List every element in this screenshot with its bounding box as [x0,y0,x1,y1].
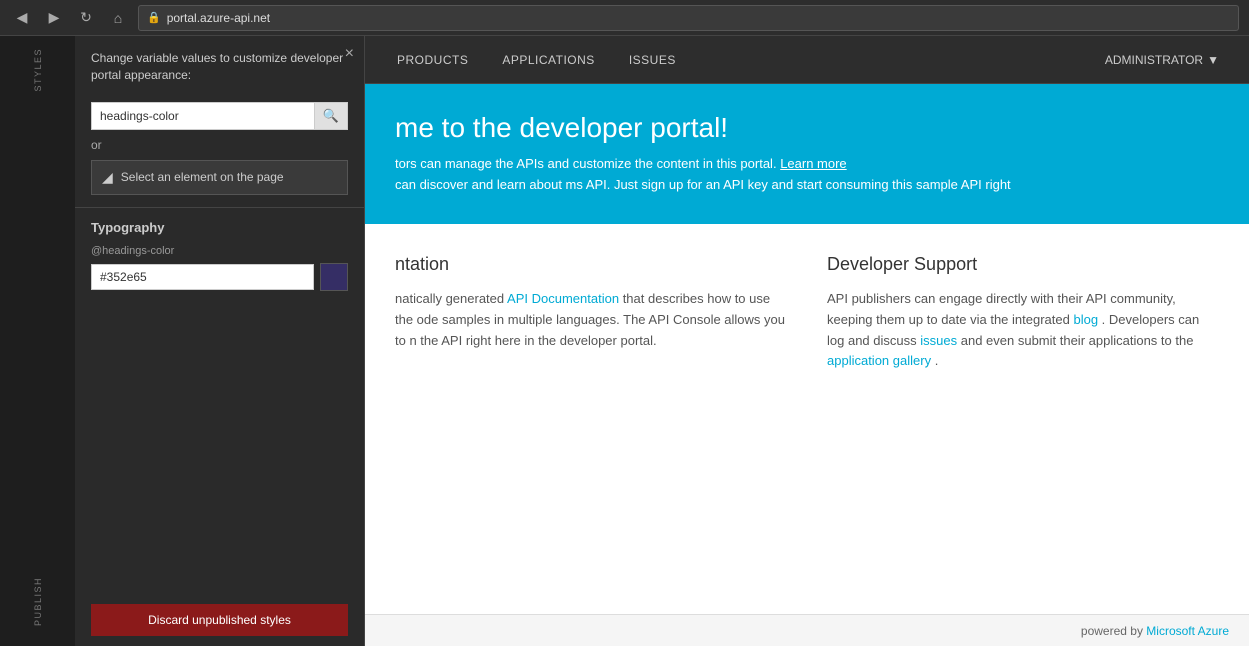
doc-title: ntation [395,254,787,275]
lock-icon: 🔒 [147,11,161,24]
back-button[interactable]: ◀ [10,6,34,30]
select-element-label: Select an element on the page [121,170,284,184]
variable-label: @headings-color [91,245,348,257]
microsoft-azure-link[interactable]: Microsoft Azure [1146,624,1229,638]
content-area: PRODUCTS APPLICATIONS ISSUES ADMINISTRAT… [365,36,1249,646]
search-box: 🔍 [91,102,348,130]
color-swatch[interactable] [320,263,348,291]
select-element-button[interactable]: ◢ Select an element on the page [91,160,348,195]
portal-content: ntation natically generated API Document… [365,224,1249,614]
nav-products[interactable]: PRODUCTS [395,53,470,67]
app-gallery-link[interactable]: application gallery [827,353,931,368]
doc-text: natically generated API Documentation th… [395,289,787,351]
left-sidebar: STYLES PUBLISH [0,36,75,646]
home-button[interactable]: ⌂ [106,6,130,30]
hero-text-1: tors can manage the APIs and customize t… [395,154,1219,175]
portal-footer: powered by Microsoft Azure [365,614,1249,646]
search-button[interactable]: 🔍 [314,103,347,129]
nav-applications[interactable]: APPLICATIONS [500,53,596,67]
admin-arrow-icon: ▼ [1207,53,1219,67]
issues-link[interactable]: issues [920,333,957,348]
publish-label: PUBLISH [33,577,43,626]
browser-chrome: ◀ ▶ ↻ ⌂ 🔒 [0,0,1249,36]
panel-footer: Discard unpublished styles [75,594,364,646]
typography-title: Typography [91,220,348,235]
hero-section: me to the developer portal! tors can man… [365,84,1249,224]
hero-learn-more-link[interactable]: Learn more [780,156,846,171]
color-input-row [91,263,348,291]
doc-text-before: natically generated [395,291,504,306]
hero-text-2: can discover and learn about ms API. Jus… [395,175,1219,196]
support-text-3: and even submit their applications to th… [961,333,1194,348]
admin-menu[interactable]: ADMINISTRATOR ▼ [1105,53,1219,67]
styles-label: STYLES [33,48,43,92]
styles-panel: Change variable values to customize deve… [75,36,365,646]
support-text: API publishers can engage directly with … [827,289,1219,372]
blog-link[interactable]: blog [1073,312,1098,327]
discard-button[interactable]: Discard unpublished styles [91,604,348,636]
portal-nav: PRODUCTS APPLICATIONS ISSUES ADMINISTRAT… [365,36,1249,84]
nav-issues[interactable]: ISSUES [627,53,678,67]
nav-items: PRODUCTS APPLICATIONS ISSUES [395,53,1105,67]
panel-title: Change variable values to customize deve… [91,50,348,84]
hero-title: me to the developer portal! [395,112,1219,144]
support-text-4: . [935,353,939,368]
api-doc-link[interactable]: API Documentation [507,291,619,306]
close-button[interactable]: × [345,46,354,62]
address-bar-container: 🔒 [138,5,1239,31]
or-label: or [75,130,364,160]
color-value-input[interactable] [91,264,314,290]
forward-button[interactable]: ▶ [42,6,66,30]
address-bar[interactable] [167,11,1230,25]
refresh-button[interactable]: ↻ [74,6,98,30]
main-layout: STYLES PUBLISH Change variable values to… [0,36,1249,646]
search-input[interactable] [92,104,314,128]
typography-section: Typography @headings-color [75,208,364,303]
support-title: Developer Support [827,254,1219,275]
panel-header: Change variable values to customize deve… [75,36,364,102]
footer-text: powered by [1081,624,1143,638]
doc-section: ntation natically generated API Document… [395,254,787,584]
support-section: Developer Support API publishers can eng… [827,254,1219,584]
hero-text-before-link: tors can manage the APIs and customize t… [395,156,777,171]
admin-label: ADMINISTRATOR [1105,53,1203,67]
cursor-icon: ◢ [102,169,113,186]
